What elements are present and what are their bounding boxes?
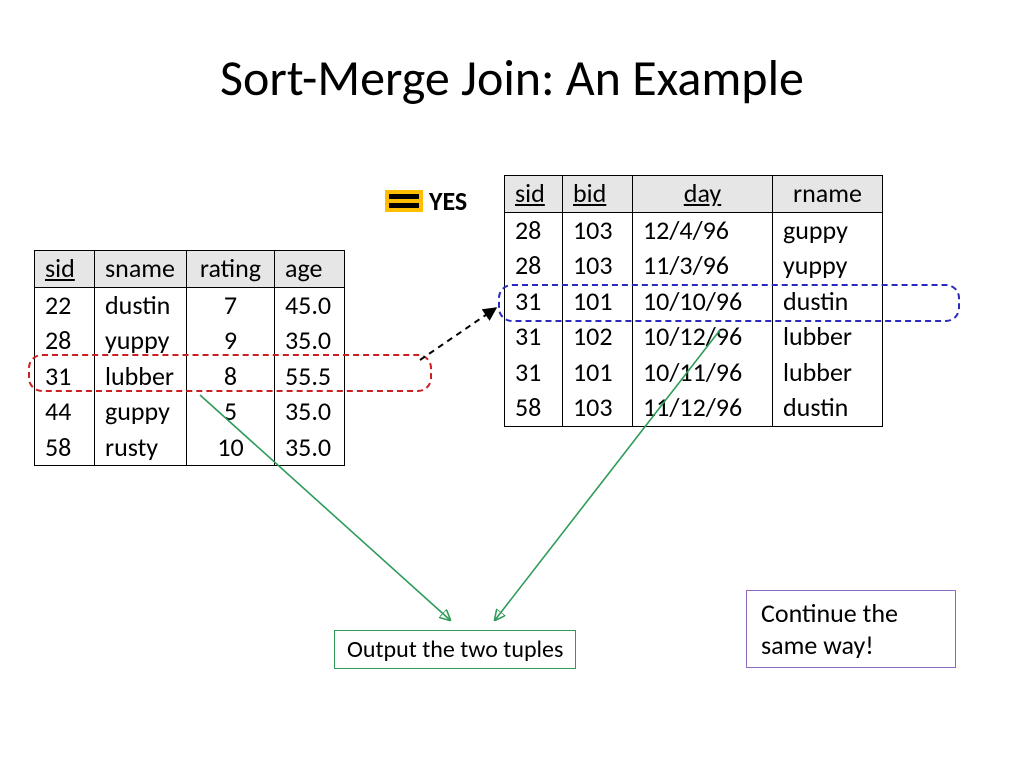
cell-age: 35.0 <box>275 323 345 359</box>
table-row: 28 103 12/4/96 guppy <box>505 212 883 248</box>
output-callout: Output the two tuples <box>334 630 576 669</box>
col-day: day <box>633 176 773 213</box>
col-age: age <box>275 251 345 288</box>
cell-sid: 31 <box>505 284 563 320</box>
cell-bid: 101 <box>563 284 633 320</box>
cell-sid: 28 <box>505 248 563 284</box>
cell-bid: 103 <box>563 212 633 248</box>
cell-sid: 58 <box>505 390 563 426</box>
col-sid: sid <box>35 251 95 288</box>
continue-callout: Continue the same way! <box>746 590 956 668</box>
cell-day: 12/4/96 <box>633 212 773 248</box>
cell-sid: 31 <box>505 319 563 355</box>
table-row: 58 103 11/12/96 dustin <box>505 390 883 426</box>
cell-day: 10/12/96 <box>633 319 773 355</box>
cell-bid: 103 <box>563 390 633 426</box>
cell-sid: 31 <box>505 355 563 391</box>
table-row: 28 103 11/3/96 yuppy <box>505 248 883 284</box>
table-row: 22 dustin 7 45.0 <box>35 287 345 323</box>
cell-sid: 58 <box>35 430 95 466</box>
col-sid: sid <box>505 176 563 213</box>
cell-bid: 103 <box>563 248 633 284</box>
cell-age: 45.0 <box>275 287 345 323</box>
cell-bid: 101 <box>563 355 633 391</box>
cell-sid: 22 <box>35 287 95 323</box>
cell-day: 11/12/96 <box>633 390 773 426</box>
table-row: 31 lubber 8 55.5 <box>35 359 345 395</box>
cell-rname: dustin <box>773 284 883 320</box>
cell-day: 11/3/96 <box>633 248 773 284</box>
sailors-table: sid sname rating age 22 dustin 7 45.0 28… <box>34 250 345 466</box>
col-rname: rname <box>773 176 883 213</box>
arrow-match <box>420 308 496 360</box>
cell-sid: 31 <box>35 359 95 395</box>
cell-day: 10/11/96 <box>633 355 773 391</box>
col-rating: rating <box>187 251 275 288</box>
table-row: 31 102 10/12/96 lubber <box>505 319 883 355</box>
table-row: 44 guppy 5 35.0 <box>35 394 345 430</box>
reserves-table: sid bid day rname 28 103 12/4/96 guppy 2… <box>504 175 883 427</box>
cell-rname: yuppy <box>773 248 883 284</box>
col-sname: sname <box>95 251 187 288</box>
cell-rating: 10 <box>187 430 275 466</box>
col-bid: bid <box>563 176 633 213</box>
cell-sid: 44 <box>35 394 95 430</box>
cell-age: 35.0 <box>275 394 345 430</box>
table-header-row: sid sname rating age <box>35 251 345 288</box>
cell-age: 55.5 <box>275 359 345 395</box>
cell-sname: guppy <box>95 394 187 430</box>
cell-rname: lubber <box>773 355 883 391</box>
table-row: 58 rusty 10 35.0 <box>35 430 345 466</box>
equals-label: YES <box>429 185 467 217</box>
cell-rname: lubber <box>773 319 883 355</box>
cell-sid: 28 <box>505 212 563 248</box>
table-row: 31 101 10/10/96 dustin <box>505 284 883 320</box>
table-header-row: sid bid day rname <box>505 176 883 213</box>
table-row: 28 yuppy 9 35.0 <box>35 323 345 359</box>
cell-rating: 9 <box>187 323 275 359</box>
cell-age: 35.0 <box>275 430 345 466</box>
equals-badge: YES <box>385 185 467 217</box>
cell-rating: 5 <box>187 394 275 430</box>
slide-title: Sort-Merge Join: An Example <box>0 48 1024 109</box>
cell-day: 10/10/96 <box>633 284 773 320</box>
cell-rname: guppy <box>773 212 883 248</box>
cell-rname: dustin <box>773 390 883 426</box>
cell-sname: rusty <box>95 430 187 466</box>
cell-sname: lubber <box>95 359 187 395</box>
table-row: 31 101 10/11/96 lubber <box>505 355 883 391</box>
cell-sname: dustin <box>95 287 187 323</box>
cell-rating: 8 <box>187 359 275 395</box>
cell-sname: yuppy <box>95 323 187 359</box>
equals-icon <box>385 190 423 212</box>
cell-rating: 7 <box>187 287 275 323</box>
cell-bid: 102 <box>563 319 633 355</box>
cell-sid: 28 <box>35 323 95 359</box>
